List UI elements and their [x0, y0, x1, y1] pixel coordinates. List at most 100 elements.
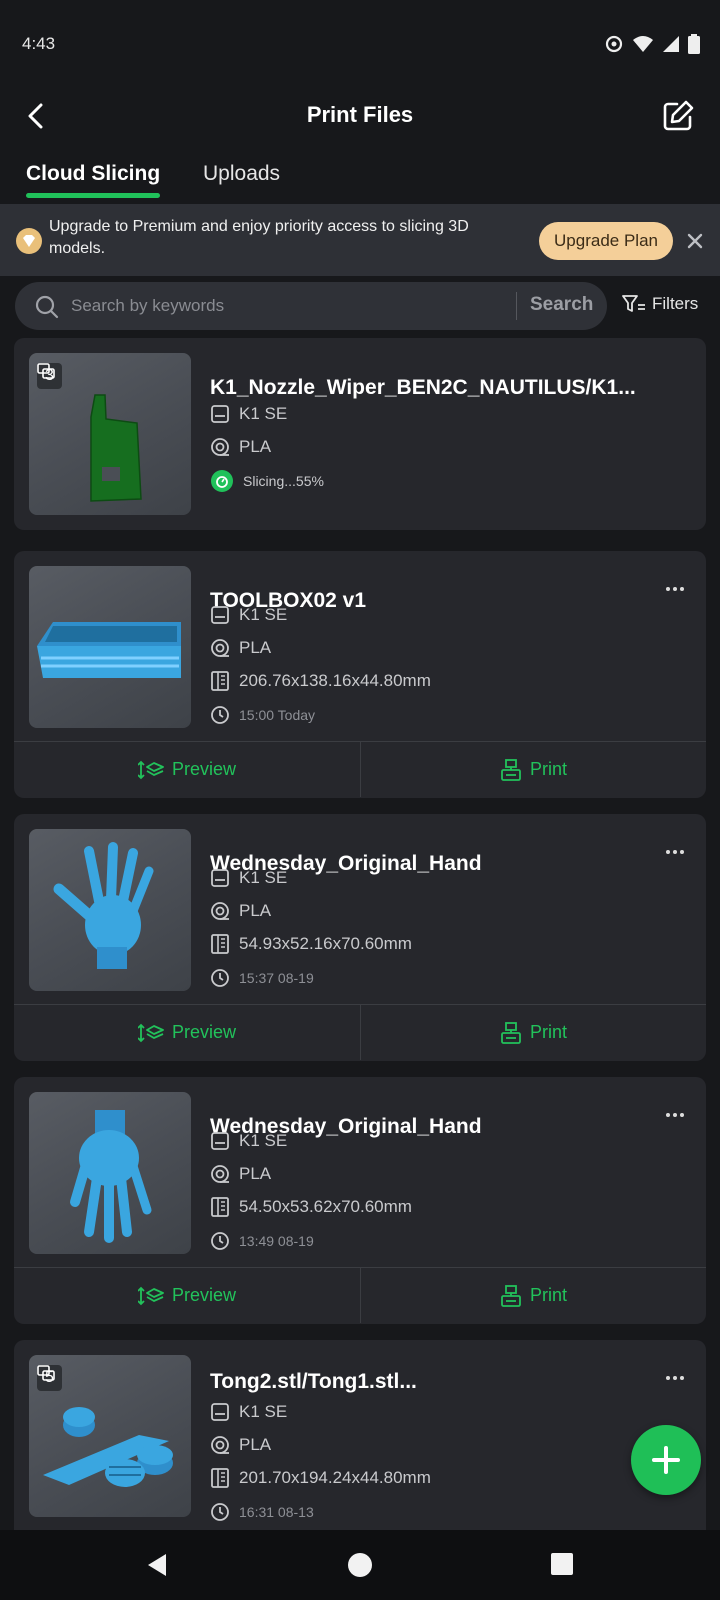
filament-spool-icon [211, 639, 229, 657]
model-dimensions: 206.76x138.16x44.80mm [239, 671, 431, 690]
printer-icon [211, 1403, 229, 1421]
copies-icon [37, 1365, 55, 1381]
file-thumbnail: 3 [29, 353, 191, 515]
file-time: 15:00 Today [239, 707, 316, 723]
search-icon [35, 295, 59, 319]
printer-icon [211, 869, 229, 887]
search-input[interactable] [71, 292, 491, 320]
file-thumbnail: 5 [29, 1355, 191, 1517]
file-time: 13:49 08-19 [239, 1233, 314, 1249]
print-button[interactable]: Print [360, 1005, 706, 1060]
file-count-badge: 3 [37, 363, 62, 389]
preview-button[interactable]: Preview [14, 1268, 360, 1323]
tab-uploads[interactable]: Uploads [203, 162, 280, 186]
more-options-button[interactable] [660, 1105, 690, 1125]
printer-icon [211, 405, 229, 423]
printer-model: K1 SE [239, 605, 288, 624]
printer-row: K1 SE [210, 1402, 287, 1422]
print-button[interactable]: Print [360, 742, 706, 797]
preview-layers-icon [137, 760, 164, 779]
card-actions: Preview Print [14, 741, 706, 797]
file-name: Tong2.stl/Tong1.stl... [210, 1370, 417, 1393]
file-time: 16:31 08-13 [239, 1504, 314, 1520]
model-dimensions: 201.70x194.24x44.80mm [239, 1468, 431, 1487]
clock-icon [211, 1232, 229, 1250]
nav-recents-icon[interactable] [550, 1552, 574, 1576]
material-row: PLA [210, 1164, 271, 1184]
nav-home-icon[interactable] [347, 1552, 373, 1578]
dimensions-row: 206.76x138.16x44.80mm [210, 671, 431, 691]
ruler-icon [211, 934, 229, 954]
filament-spool-icon [211, 1165, 229, 1183]
time-row: 13:49 08-19 [210, 1231, 314, 1251]
print-button[interactable]: Print [360, 1268, 706, 1323]
clock-icon [211, 706, 229, 724]
printer-model: K1 SE [239, 868, 288, 887]
print-icon [501, 1284, 521, 1307]
model-dimensions: 54.93x52.16x70.60mm [239, 934, 412, 953]
more-options-button[interactable] [660, 1368, 690, 1388]
add-file-button[interactable] [631, 1425, 701, 1495]
material-label: PLA [239, 437, 272, 456]
printer-model: K1 SE [239, 1402, 288, 1421]
edit-button[interactable] [656, 94, 700, 138]
preview-button[interactable]: Preview [14, 742, 360, 797]
filter-icon [622, 295, 645, 312]
status-icons [604, 34, 700, 54]
search-button[interactable]: Search [530, 294, 593, 316]
more-options-button[interactable] [660, 842, 690, 862]
file-card[interactable]: Wednesday_Original_Hand K1 SE PLA 54.93x… [14, 814, 706, 1061]
printer-model: K1 SE [239, 404, 288, 423]
battery-icon [688, 34, 700, 54]
model-dimensions: 54.50x53.62x70.60mm [239, 1197, 412, 1216]
ruler-icon [211, 1468, 229, 1488]
card-actions: Preview Print [14, 1267, 706, 1323]
wifi-icon [633, 36, 653, 52]
preview-button[interactable]: Preview [14, 1005, 360, 1060]
ruler-icon [211, 671, 229, 691]
filters-button[interactable]: Filters [622, 294, 698, 314]
file-card[interactable]: Wednesday_Original_Hand K1 SE PLA 54.50x… [14, 1077, 706, 1324]
search-box: Search [15, 282, 607, 330]
banner-text: Upgrade to Premium and enjoy priority ac… [49, 218, 469, 257]
nav-back-icon[interactable] [144, 1552, 170, 1578]
tab-cloud-slicing[interactable]: Cloud Slicing [26, 162, 161, 198]
banner-close-button[interactable] [682, 228, 708, 254]
filament-spool-icon [211, 438, 229, 456]
preview-layers-icon [137, 1023, 164, 1042]
app-bar: Print Files [0, 90, 720, 160]
file-card[interactable]: 3 K1_Nozzle_Wiper_BEN2C_NAUTILUS/K1... K… [14, 338, 706, 530]
page-title: Print Files [306, 102, 414, 127]
close-icon [687, 233, 703, 249]
slicing-status: Slicing...55% [243, 473, 324, 489]
tab-bar: Cloud Slicing Uploads [0, 160, 720, 202]
preview-label: Preview [171, 1022, 237, 1042]
preview-label: Preview [171, 1285, 237, 1305]
file-thumbnail [29, 566, 191, 728]
filament-spool-icon [211, 902, 229, 920]
print-icon [501, 758, 521, 781]
printer-row: K1 SE [210, 404, 287, 424]
print-icon [501, 1021, 521, 1044]
location-icon [605, 35, 623, 53]
card-actions: Preview Print [14, 1004, 706, 1060]
preview-label: Preview [171, 759, 237, 779]
search-row: Search Filters [0, 282, 720, 332]
file-card[interactable]: TOOLBOX02 v1 K1 SE PLA 206.76x138.16x44.… [14, 551, 706, 798]
upgrade-plan-button[interactable]: Upgrade Plan [539, 222, 673, 260]
printer-icon [211, 1132, 229, 1150]
material-row: PLA [210, 638, 271, 658]
printer-row: K1 SE [210, 605, 287, 625]
file-name: K1_Nozzle_Wiper_BEN2C_NAUTILUS/K1... [210, 376, 636, 399]
ruler-icon [211, 1197, 229, 1217]
file-thumbnail [29, 1092, 191, 1254]
material-label: PLA [239, 1164, 272, 1183]
more-options-button[interactable] [660, 579, 690, 599]
premium-crown-icon [16, 228, 42, 254]
search-divider [516, 292, 517, 320]
copies-icon [37, 363, 55, 379]
print-label: Print [529, 1285, 567, 1305]
status-bar: 4:43 [0, 0, 720, 90]
file-card[interactable]: 5 Tong2.stl/Tong1.stl... K1 SE PLA 201.7… [14, 1340, 706, 1530]
preview-layers-icon [137, 1286, 164, 1305]
